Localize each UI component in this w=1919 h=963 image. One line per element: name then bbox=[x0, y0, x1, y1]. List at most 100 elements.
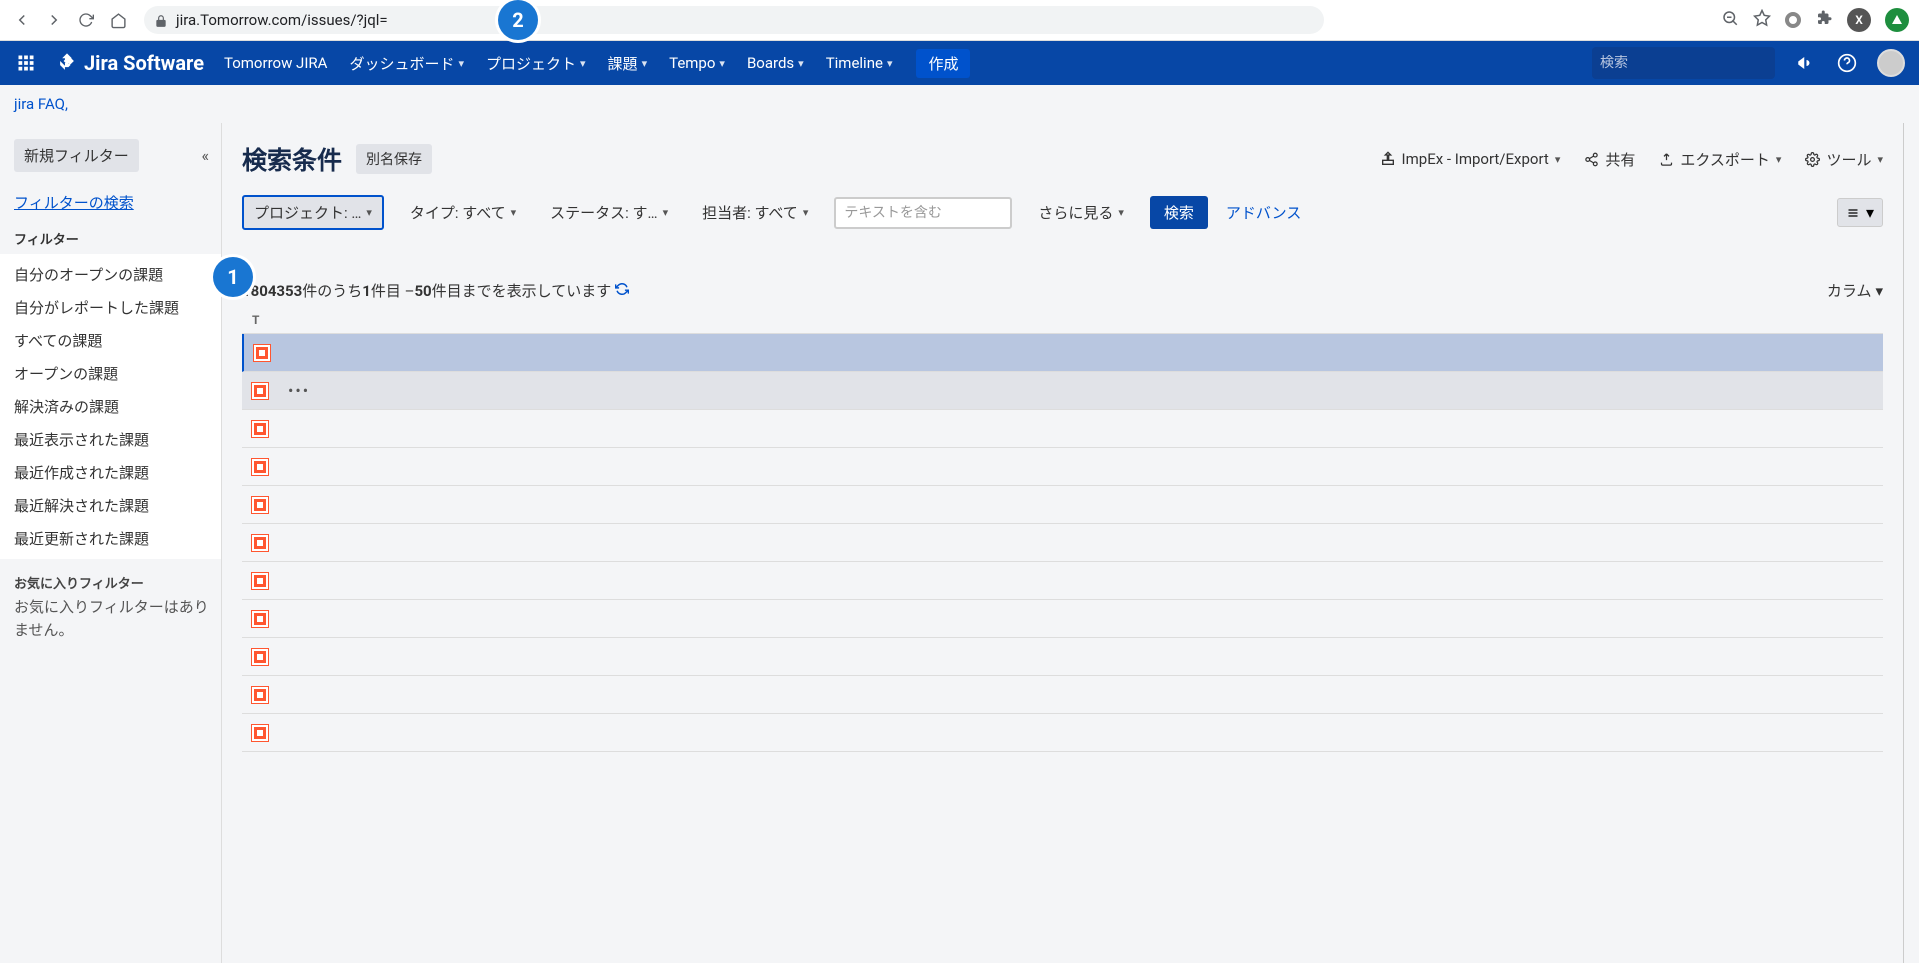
app-switcher-icon[interactable] bbox=[14, 51, 38, 75]
bug-icon bbox=[252, 649, 268, 665]
collapse-sidebar-icon[interactable]: « bbox=[201, 146, 209, 165]
feedback-icon[interactable] bbox=[1793, 51, 1817, 75]
global-search-input[interactable] bbox=[1600, 55, 1778, 71]
nav-dashboard[interactable]: ダッシュボード▾ bbox=[347, 49, 466, 78]
filter-reported[interactable]: 自分がレポートした課題 bbox=[0, 291, 221, 324]
table-row[interactable] bbox=[242, 448, 1883, 486]
result-meta: 1804353 件のうち 1 件目 – 50 件目までを表示しています カラム▾ bbox=[242, 280, 1883, 301]
chevron-down-icon: ▾ bbox=[663, 206, 669, 219]
filter-list: 自分のオープンの課題 自分がレポートした課題 すべての課題 オープンの課題 解決… bbox=[0, 254, 221, 559]
content: 検索条件 別名保存 ImpEx - Import/Export▾ 共有 エクスポ… bbox=[222, 123, 1903, 963]
chevron-down-icon: ▾ bbox=[366, 206, 372, 219]
filter-recent-created[interactable]: 最近作成された課題 bbox=[0, 456, 221, 489]
filter-recent-resolved[interactable]: 最近解決された課題 bbox=[0, 489, 221, 522]
criteria-text-input[interactable] bbox=[834, 197, 1012, 229]
filter-recent-viewed[interactable]: 最近表示された課題 bbox=[0, 423, 221, 456]
filter-resolved[interactable]: 解決済みの課題 bbox=[0, 390, 221, 423]
page-scrollbar[interactable] bbox=[1903, 123, 1919, 963]
filter-open[interactable]: オープンの課題 bbox=[0, 357, 221, 390]
table-row[interactable] bbox=[242, 714, 1883, 752]
nav-project[interactable]: プロジェクト▾ bbox=[484, 49, 588, 78]
nav-issues[interactable]: 課題▾ bbox=[606, 49, 650, 78]
chevron-down-icon: ▾ bbox=[1118, 206, 1124, 219]
filter-my-open[interactable]: 自分のオープンの課題 bbox=[0, 258, 221, 291]
share-tool[interactable]: 共有 bbox=[1584, 149, 1635, 170]
extension-badge-green[interactable] bbox=[1885, 8, 1909, 32]
bug-icon bbox=[252, 573, 268, 589]
profile-badge[interactable]: X bbox=[1847, 8, 1871, 32]
jira-logo[interactable]: Jira Software bbox=[56, 51, 204, 75]
table-row[interactable] bbox=[242, 410, 1883, 448]
jira-nav: Tomorrow JIRA ダッシュボード▾ プロジェクト▾ 課題▾ Tempo… bbox=[222, 49, 970, 78]
annotation-2: 2 bbox=[498, 0, 538, 40]
table-row[interactable] bbox=[242, 638, 1883, 676]
sidebar: 新規フィルター « フィルターの検索 フィルター 自分のオープンの課題 自分がレ… bbox=[0, 123, 222, 963]
chevron-down-icon: ▾ bbox=[1866, 203, 1874, 222]
bug-icon bbox=[252, 459, 268, 475]
search-button[interactable]: 検索 bbox=[1150, 196, 1208, 229]
bug-icon bbox=[252, 383, 268, 399]
refresh-icon[interactable] bbox=[615, 282, 629, 300]
bug-icon bbox=[252, 497, 268, 513]
table-header: T bbox=[242, 307, 1883, 334]
share-icon bbox=[1584, 152, 1599, 167]
bug-icon bbox=[252, 725, 268, 741]
view-toggle[interactable]: ▾ bbox=[1837, 198, 1883, 227]
bug-icon bbox=[252, 611, 268, 627]
criteria-type[interactable]: タイプ: すべて▾ bbox=[402, 197, 524, 228]
bug-icon bbox=[252, 421, 268, 437]
nav-tempo[interactable]: Tempo▾ bbox=[667, 50, 727, 76]
chevron-down-icon: ▾ bbox=[887, 57, 893, 70]
criteria-status[interactable]: ステータス: す…▾ bbox=[542, 197, 676, 228]
nav-instance[interactable]: Tomorrow JIRA bbox=[222, 50, 329, 76]
forward-button[interactable] bbox=[42, 8, 66, 32]
main-layout: 新規フィルター « フィルターの検索 フィルター 自分のオープンの課題 自分がレ… bbox=[0, 123, 1919, 963]
columns-button[interactable]: カラム▾ bbox=[1827, 280, 1883, 301]
filters-header: フィルター bbox=[14, 229, 209, 248]
star-icon[interactable] bbox=[1753, 9, 1771, 31]
table-row[interactable] bbox=[242, 524, 1883, 562]
address-bar[interactable]: jira.Tomorrow.com/issues/?jql= bbox=[144, 6, 1324, 34]
chevron-down-icon: ▾ bbox=[642, 57, 648, 70]
create-button[interactable]: 作成 bbox=[916, 49, 970, 78]
impex-icon bbox=[1380, 151, 1396, 167]
export-tool[interactable]: エクスポート▾ bbox=[1659, 149, 1781, 170]
save-as-button[interactable]: 別名保存 bbox=[356, 144, 432, 174]
table-row[interactable] bbox=[242, 562, 1883, 600]
table-row[interactable] bbox=[242, 486, 1883, 524]
table-row[interactable] bbox=[242, 676, 1883, 714]
chevron-down-icon: ▾ bbox=[798, 57, 804, 70]
reload-button[interactable] bbox=[74, 8, 98, 32]
criteria-assignee[interactable]: 担当者: すべて▾ bbox=[694, 197, 816, 228]
impex-tool[interactable]: ImpEx - Import/Export▾ bbox=[1380, 150, 1561, 168]
header-tools: ImpEx - Import/Export▾ 共有 エクスポート▾ ツール▾ bbox=[1380, 149, 1883, 170]
chevron-down-icon: ▾ bbox=[511, 206, 517, 219]
new-filter-button[interactable]: 新規フィルター bbox=[14, 139, 139, 172]
table-row[interactable] bbox=[242, 334, 1883, 372]
criteria-project[interactable]: プロジェクト: …▾ bbox=[242, 195, 384, 230]
global-search[interactable] bbox=[1592, 47, 1775, 79]
advanced-link[interactable]: アドバンス bbox=[1226, 202, 1301, 223]
faq-link[interactable]: jira FAQ, bbox=[14, 95, 68, 113]
user-avatar[interactable] bbox=[1877, 49, 1905, 77]
tools-tool[interactable]: ツール▾ bbox=[1805, 149, 1883, 170]
table-row[interactable] bbox=[242, 600, 1883, 638]
extensions-icon[interactable] bbox=[1815, 9, 1833, 31]
row-menu-icon[interactable]: ••• bbox=[288, 381, 310, 400]
extension-icon-1[interactable] bbox=[1785, 12, 1801, 28]
browser-extensions: X bbox=[1721, 8, 1909, 32]
bug-icon bbox=[252, 535, 268, 551]
nav-boards[interactable]: Boards▾ bbox=[745, 50, 806, 76]
back-button[interactable] bbox=[10, 8, 34, 32]
filter-all[interactable]: すべての課題 bbox=[0, 324, 221, 357]
page-title: 検索条件 bbox=[242, 141, 342, 177]
nav-timeline[interactable]: Timeline▾ bbox=[824, 50, 895, 76]
table-row[interactable]: ••• bbox=[242, 372, 1883, 410]
help-icon[interactable] bbox=[1835, 51, 1859, 75]
home-button[interactable] bbox=[106, 8, 130, 32]
search-filters-link[interactable]: フィルターの検索 bbox=[14, 192, 209, 213]
zoom-icon[interactable] bbox=[1721, 9, 1739, 31]
criteria-more[interactable]: さらに見る▾ bbox=[1030, 197, 1132, 228]
filter-recent-updated[interactable]: 最近更新された課題 bbox=[0, 522, 221, 555]
jira-logo-icon bbox=[56, 52, 78, 74]
